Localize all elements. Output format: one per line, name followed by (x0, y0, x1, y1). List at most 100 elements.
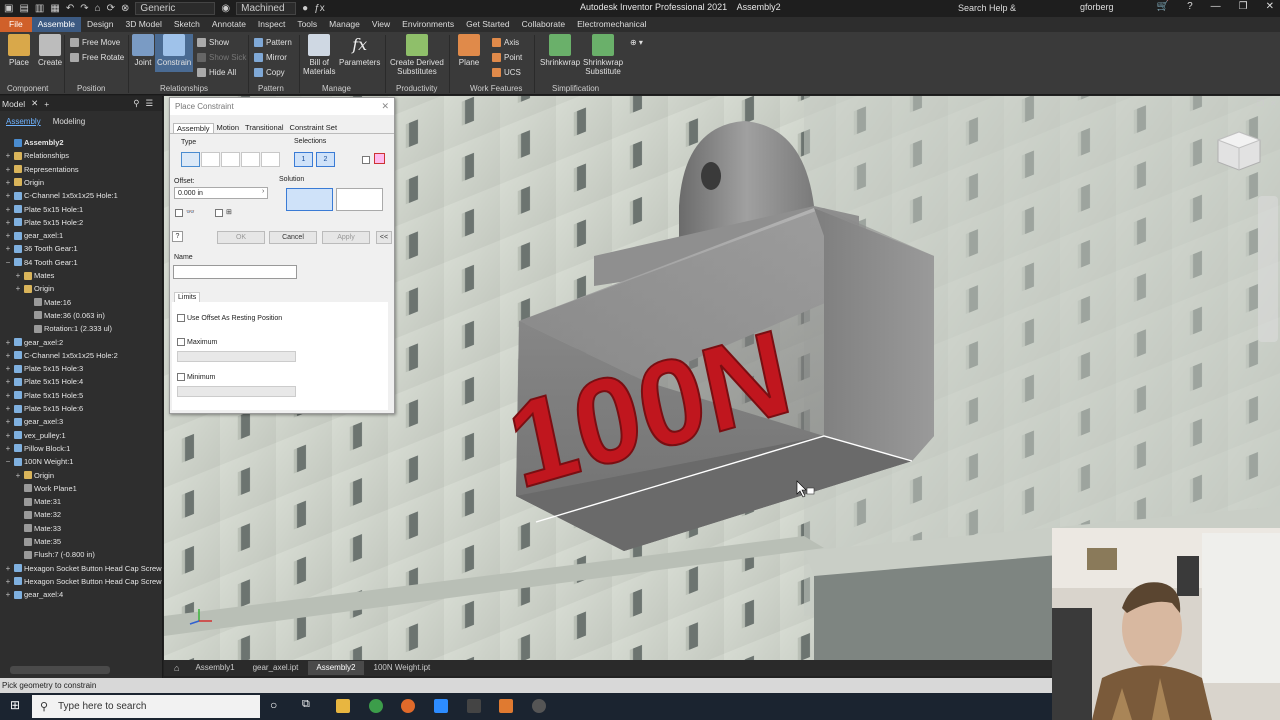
tree-item[interactable]: + gear_axel:4 (4, 588, 64, 601)
ucs-button[interactable]: UCS (492, 66, 521, 79)
selection-2-button[interactable]: 2 (316, 152, 335, 167)
ribbon-tab-file[interactable]: File (0, 17, 32, 32)
expand-toggle-icon[interactable]: + (4, 151, 12, 160)
ribbon-tab-assemble[interactable]: Assemble (31, 17, 82, 32)
expand-toggle-icon[interactable]: + (4, 444, 12, 453)
firefox-icon[interactable] (401, 699, 415, 713)
ribbon-tab-environments[interactable]: Environments (396, 17, 460, 32)
tree-item[interactable]: Rotation:1 (2.333 ul) (24, 322, 112, 335)
browser-mode-assembly[interactable]: Assembly (6, 117, 41, 126)
expand-toggle-icon[interactable]: + (14, 284, 22, 293)
type-mate-button[interactable] (181, 152, 200, 167)
shrinkwrap-button[interactable]: Shrinkwrap (540, 34, 580, 67)
tree-item[interactable]: Mate:36 (0.063 in) (24, 309, 105, 322)
joint-button[interactable]: Joint (132, 34, 154, 67)
dialog-tab-transitional[interactable]: Transitional (242, 123, 287, 133)
tree-item[interactable]: + Mates (14, 269, 55, 282)
maximize-icon[interactable]: ❐ (1239, 1, 1248, 12)
expand-toggle-icon[interactable]: + (4, 218, 12, 227)
dialog-tab-motion[interactable]: Motion (214, 123, 243, 133)
expand-toggle-icon[interactable]: + (4, 351, 12, 360)
tree-item[interactable]: + Plate 5x15 Hole:4 (4, 375, 84, 388)
group-simplification[interactable]: Simplification (552, 84, 599, 93)
tree-item[interactable]: + Hexagon Socket Button Head Cap Screw - (4, 562, 167, 575)
ribbon-tab-tools[interactable]: Tools (291, 17, 323, 32)
maximum-checkbox[interactable] (177, 338, 185, 346)
close-icon[interactable]: ✕ (1266, 1, 1274, 12)
expand-toggle-icon[interactable]: + (4, 191, 12, 200)
use-offset-resting-checkbox[interactable] (177, 314, 185, 322)
user-name[interactable]: gforberg (1080, 2, 1114, 12)
expand-toggle-icon[interactable]: + (4, 231, 12, 240)
tree-item[interactable]: + vex_pulley:1 (4, 429, 66, 442)
tree-item[interactable]: + Origin (14, 282, 54, 295)
update-icon[interactable]: ⟳ (107, 3, 115, 14)
dialog-help-icon[interactable]: ? (172, 231, 183, 242)
ribbon-tab-3d-model[interactable]: 3D Model (120, 17, 168, 32)
ribbon-tab-get-started[interactable]: Get Started (460, 17, 515, 32)
browser-tab-model[interactable]: Model (2, 99, 25, 109)
viewport-close-icon[interactable]: ✕ (1270, 99, 1277, 108)
expand-toggle-icon[interactable]: + (4, 178, 12, 187)
pick-part-first-checkbox[interactable] (362, 156, 370, 164)
create-button[interactable]: Create (38, 34, 62, 67)
apply-button[interactable]: Apply (322, 231, 370, 244)
browser-menu-icon[interactable]: ☰ (145, 98, 153, 109)
expand-toggle-icon[interactable]: + (4, 364, 12, 373)
type-angle-button[interactable] (201, 152, 220, 167)
tree-item[interactable]: + Relationships (4, 149, 69, 162)
free-move-button[interactable]: Free Move (70, 36, 120, 49)
expand-toggle-icon[interactable]: + (4, 377, 12, 386)
group-pattern[interactable]: Pattern (258, 84, 284, 93)
group-position[interactable]: Position (77, 84, 105, 93)
expand-toggle-icon[interactable]: + (14, 271, 22, 280)
selection-1-button[interactable]: 1 (294, 152, 313, 167)
file-explorer-icon[interactable] (336, 699, 350, 713)
ok-button[interactable]: OK (217, 231, 265, 244)
cart-icon[interactable]: 🛒 (1157, 1, 1169, 12)
viewport-maximize-icon[interactable]: ❐ (1257, 99, 1264, 108)
ribbon-tab-collaborate[interactable]: Collaborate (516, 17, 571, 32)
taskbar-search-input[interactable]: Type here to search (32, 695, 260, 718)
viewcube[interactable] (1216, 130, 1262, 172)
expand-toggle-icon[interactable]: + (4, 590, 12, 599)
free-rotate-button[interactable]: Free Rotate (70, 51, 124, 64)
copy-button[interactable]: Copy (254, 66, 285, 79)
dialog-tab-constraint-set[interactable]: Constraint Set (287, 123, 341, 133)
tree-item[interactable]: − 100N Weight:1 (4, 455, 74, 468)
appearance-close-icon[interactable]: ⊗ (121, 3, 129, 14)
expand-toggle-icon[interactable]: + (4, 244, 12, 253)
name-input[interactable] (173, 265, 297, 279)
expand-toggle-icon[interactable]: + (4, 577, 12, 586)
tree-item[interactable]: Mate:32 (14, 508, 61, 521)
expand-toggle-icon[interactable]: + (4, 338, 12, 347)
ribbon-tab-sketch[interactable]: Sketch (168, 17, 206, 32)
parameters-button[interactable]: fx Parameters (339, 34, 380, 67)
tree-item[interactable]: + Plate 5x15 Hole:5 (4, 389, 84, 402)
tree-item[interactable]: Work Plane1 (14, 482, 77, 495)
save-icon[interactable]: ▦ (50, 3, 59, 14)
fx-icon[interactable]: ƒx (314, 3, 325, 14)
tree-item[interactable]: Assembly2 (4, 136, 64, 149)
dialog-close-icon[interactable]: ✕ (381, 98, 389, 115)
pattern-button[interactable]: Pattern (254, 36, 292, 49)
collapse-button[interactable]: << (376, 231, 392, 244)
help-icon[interactable]: ? (1187, 1, 1193, 12)
ribbon-tab-manage[interactable]: Manage (323, 17, 366, 32)
browser-scrollbar[interactable] (10, 666, 110, 674)
obs-icon[interactable] (532, 699, 546, 713)
home-tab-icon[interactable]: ⌂ (168, 663, 185, 673)
ribbon-tab-view[interactable]: View (366, 17, 396, 32)
task-view-icon[interactable]: ⧉ (302, 698, 310, 711)
predict-offset-checkbox[interactable] (215, 209, 223, 217)
tree-item[interactable]: + Origin (4, 176, 44, 189)
help-search-input[interactable]: Search Help & Commands... (952, 1, 1072, 27)
tree-item[interactable]: + C-Channel 1x5x1x25 Hole:1 (4, 189, 118, 202)
tree-item[interactable]: Mate:16 (24, 296, 71, 309)
maximum-input[interactable] (177, 351, 296, 362)
group-component[interactable]: Component (7, 84, 48, 93)
type-insert-button[interactable] (241, 152, 260, 167)
ribbon-tab-design[interactable]: Design (81, 17, 119, 32)
limits-tab[interactable]: Limits (174, 292, 201, 302)
place-button[interactable]: Place (8, 34, 30, 67)
